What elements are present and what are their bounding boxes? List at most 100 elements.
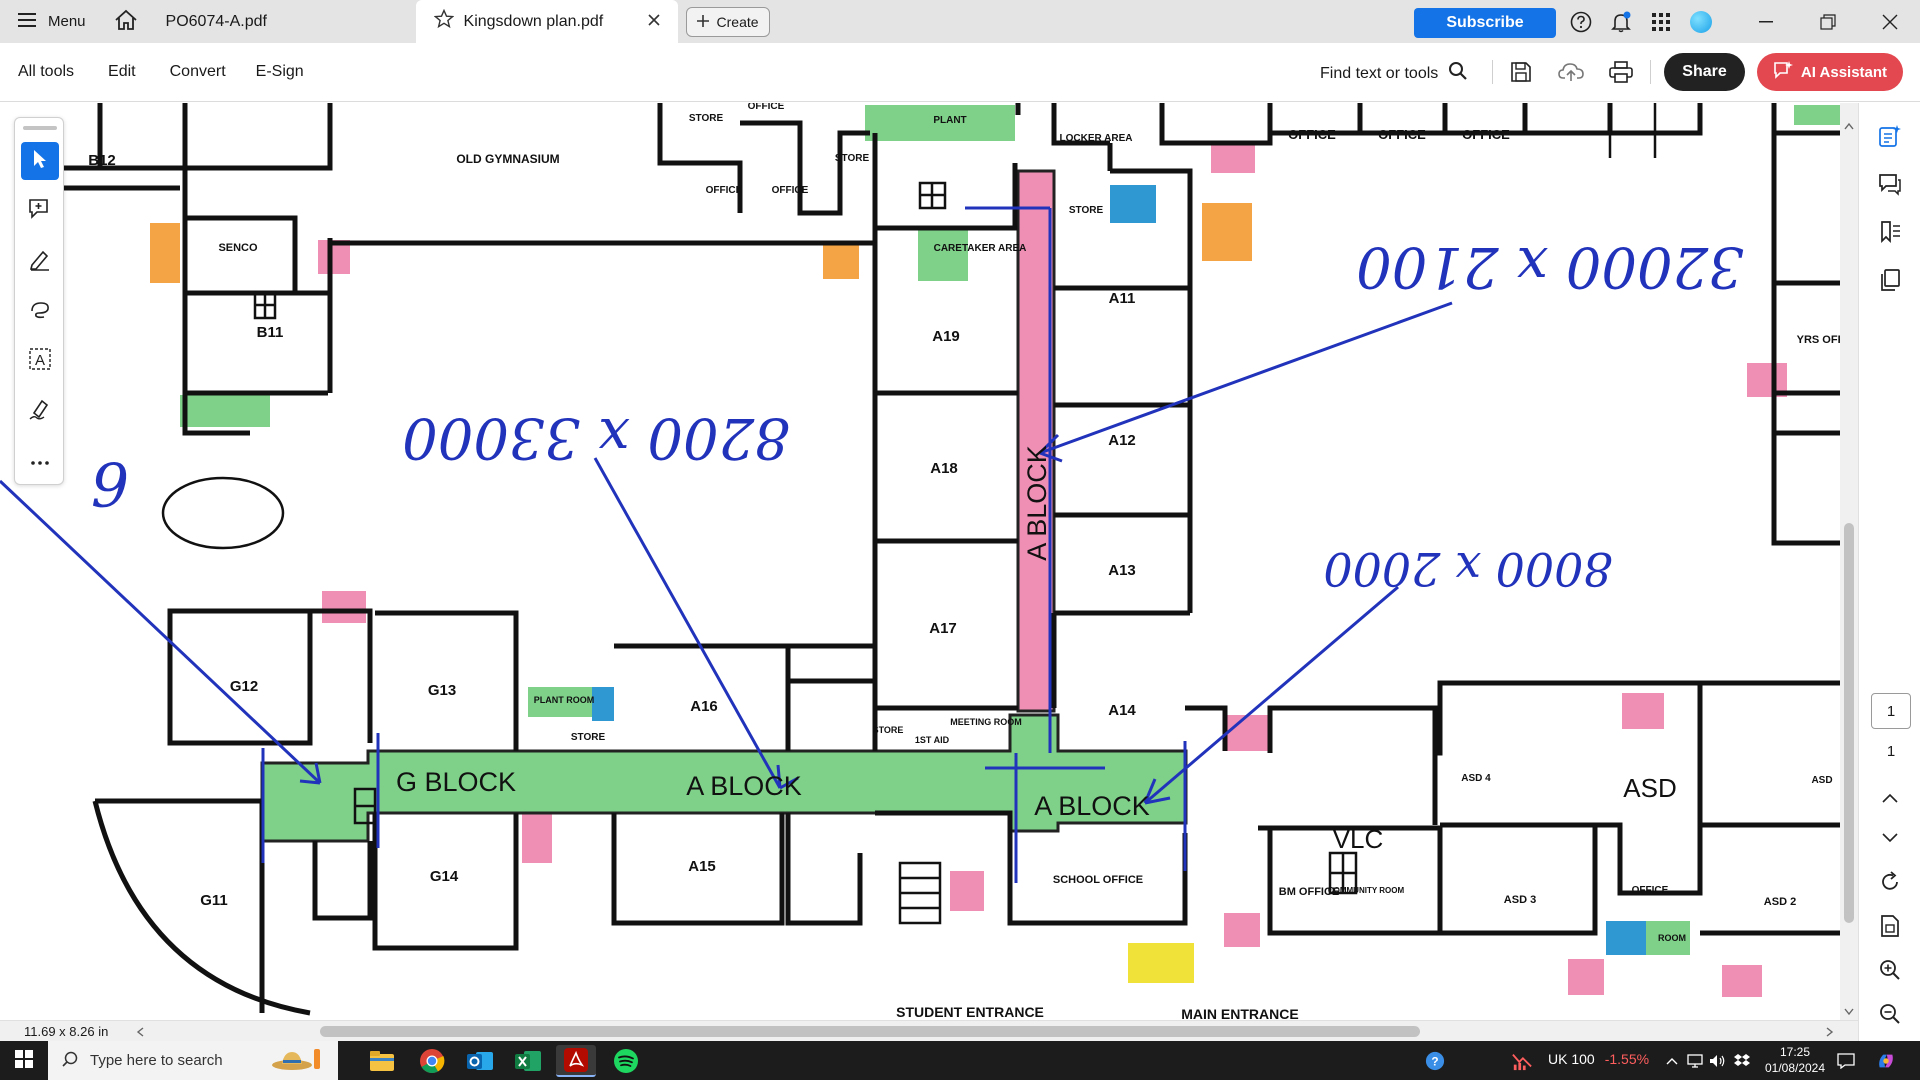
- room-label-store: STORE: [835, 153, 870, 164]
- text-box-icon: A: [28, 347, 52, 375]
- room-label-locker-area: LOCKER AREA: [1060, 133, 1133, 144]
- room-label-g12: G12: [230, 678, 258, 695]
- comments-icon[interactable]: [1875, 169, 1905, 199]
- main-toolbar: All tools Edit Convert E-Sign Find text …: [0, 43, 1920, 102]
- room-label-office: OFFICE: [1378, 127, 1426, 142]
- rail-drag-handle[interactable]: [23, 126, 57, 130]
- e-sign-menu[interactable]: E-Sign: [256, 63, 304, 81]
- network-icon[interactable]: [1686, 1051, 1706, 1071]
- outlook-icon[interactable]: [460, 1045, 500, 1077]
- zoom-out-icon[interactable]: [1875, 999, 1905, 1029]
- help-tray-icon[interactable]: ?: [1425, 1051, 1445, 1071]
- minimize-button[interactable]: [1736, 0, 1796, 43]
- volume-icon[interactable]: [1708, 1051, 1728, 1071]
- tab-po6074[interactable]: PO6074-A.pdf: [148, 0, 416, 43]
- zoom-in-icon[interactable]: [1875, 955, 1905, 985]
- more-tools-button[interactable]: [21, 442, 59, 480]
- create-button[interactable]: Create: [685, 6, 770, 37]
- right-side-panel: 1 1: [1858, 103, 1920, 1041]
- vertical-scrollbar[interactable]: [1840, 103, 1858, 1020]
- menu-label: Menu: [48, 13, 86, 30]
- draw-tool[interactable]: [21, 292, 59, 330]
- help-icon[interactable]: [1568, 9, 1594, 35]
- menu-button[interactable]: Menu: [0, 0, 104, 43]
- notification-bell-icon[interactable]: [1608, 9, 1634, 35]
- scroll-right-icon[interactable]: [1826, 1025, 1834, 1040]
- floor-plan-page: B12 OLD GYMNASIUM SENCO B11 STORE OFFICE…: [0, 103, 1840, 1020]
- generative-summary-icon[interactable]: [1875, 121, 1905, 151]
- stock-name: UK 100: [1548, 1051, 1595, 1067]
- close-tab-icon[interactable]: [647, 13, 660, 31]
- highlight-tool[interactable]: [21, 242, 59, 280]
- share-button[interactable]: Share: [1664, 53, 1745, 91]
- dimension-annotation-32000x2100: 32000 x 2100: [1356, 234, 1744, 299]
- room-label-store: STORE: [873, 725, 904, 735]
- pages-thumbnail-icon[interactable]: [1875, 265, 1905, 295]
- start-button[interactable]: [0, 1041, 48, 1080]
- chrome-icon[interactable]: [412, 1045, 452, 1077]
- rotate-icon[interactable]: [1875, 867, 1905, 897]
- avatar[interactable]: [1690, 11, 1712, 33]
- subscribe-button[interactable]: Subscribe: [1414, 8, 1556, 38]
- restore-button[interactable]: [1798, 0, 1858, 43]
- vertical-scroll-thumb[interactable]: [1844, 523, 1854, 923]
- document-viewport[interactable]: B12 OLD GYMNASIUM SENCO B11 STORE OFFICE…: [0, 103, 1840, 1020]
- room-label-a14: A14: [1108, 702, 1136, 719]
- next-page-icon[interactable]: [1875, 823, 1905, 853]
- add-comment-tool[interactable]: [21, 192, 59, 230]
- room-label-first-aid: 1ST AID: [915, 735, 950, 745]
- save-icon[interactable]: [1506, 57, 1536, 87]
- sign-tool[interactable]: [21, 392, 59, 430]
- room-label-school-office: SCHOOL OFFICE: [1053, 874, 1143, 886]
- tray-overflow-chevron-icon[interactable]: [1662, 1051, 1682, 1071]
- bookmarks-icon[interactable]: [1875, 217, 1905, 247]
- home-icon: [114, 9, 138, 35]
- spotify-icon[interactable]: [606, 1045, 646, 1077]
- all-tools-menu[interactable]: All tools: [18, 63, 74, 81]
- windows-logo-icon: [15, 1049, 33, 1072]
- scroll-left-icon[interactable]: [136, 1025, 144, 1040]
- find-text-or-tools[interactable]: Find text or tools: [1320, 61, 1468, 86]
- stock-ticker[interactable]: UK 100 -1.55%: [1548, 1051, 1649, 1067]
- taskbar-search-box[interactable]: Type here to search: [48, 1041, 338, 1080]
- ai-assistant-label: AI Assistant: [1800, 63, 1888, 81]
- page-extract-icon[interactable]: [1875, 911, 1905, 941]
- horizontal-scroll-thumb[interactable]: [320, 1026, 1420, 1037]
- dropbox-icon[interactable]: [1732, 1051, 1752, 1071]
- print-icon[interactable]: [1606, 57, 1636, 87]
- status-bar: 11.69 x 8.26 in: [0, 1020, 1858, 1041]
- cloud-upload-icon[interactable]: [1556, 57, 1586, 87]
- room-label-office: OFFICE: [748, 103, 785, 112]
- close-window-button[interactable]: [1860, 0, 1920, 43]
- file-explorer-icon[interactable]: [362, 1045, 402, 1077]
- room-label-g13: G13: [428, 682, 456, 699]
- more-dots-icon: [30, 453, 50, 470]
- ai-assistant-button[interactable]: AI Assistant: [1757, 53, 1903, 91]
- select-tool[interactable]: [21, 142, 59, 180]
- previous-page-icon[interactable]: [1875, 783, 1905, 813]
- convert-menu[interactable]: Convert: [170, 63, 226, 81]
- tab-label: Kingsdown plan.pdf: [463, 12, 604, 30]
- excel-icon[interactable]: [508, 1045, 548, 1077]
- comment-plus-icon: [28, 197, 52, 225]
- star-icon[interactable]: [433, 8, 454, 34]
- notifications-icon[interactable]: [1836, 1051, 1856, 1071]
- edit-menu[interactable]: Edit: [108, 63, 136, 81]
- ai-assistant-icon: [1773, 60, 1793, 84]
- room-label-old-gymnasium: OLD GYMNASIUM: [456, 152, 559, 166]
- acrobat-icon[interactable]: [556, 1045, 596, 1077]
- apps-grid-icon[interactable]: [1648, 9, 1674, 35]
- scroll-down-icon[interactable]: [1844, 1003, 1854, 1020]
- dimension-annotation-8000x2000: 8000 x 2000: [1323, 542, 1612, 596]
- current-page-input[interactable]: 1: [1871, 693, 1911, 729]
- copilot-icon[interactable]: [1876, 1051, 1896, 1071]
- text-box-tool[interactable]: A: [21, 342, 59, 380]
- room-label-b11: B11: [257, 324, 284, 341]
- room-label-a13: A13: [1108, 562, 1136, 579]
- taskbar-clock[interactable]: 17:25 01/08/2024: [1760, 1044, 1830, 1076]
- room-label-store: STORE: [1069, 205, 1104, 216]
- toolbar-divider: [1492, 60, 1493, 84]
- tab-kingsdown-plan[interactable]: Kingsdown plan.pdf: [415, 0, 678, 43]
- scroll-up-icon[interactable]: [1844, 117, 1854, 134]
- home-button[interactable]: [104, 0, 148, 43]
